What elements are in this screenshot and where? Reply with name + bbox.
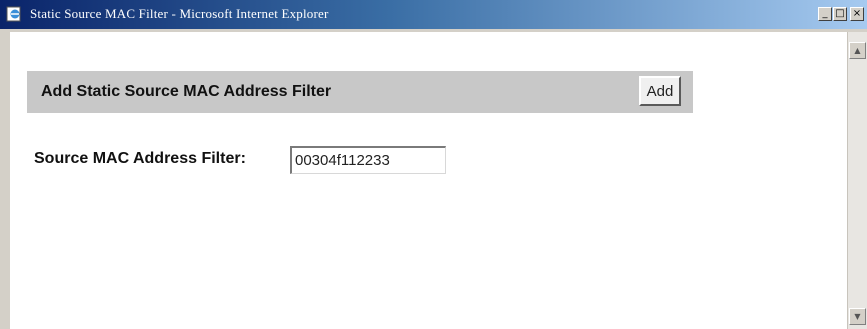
section-header: Add Static Source MAC Address Filter Add (27, 71, 693, 113)
ie-window: Static Source MAC Filter - Microsoft Int… (0, 0, 867, 329)
add-button[interactable]: Add (639, 76, 681, 106)
scroll-down-button[interactable]: ▼ (849, 308, 866, 325)
maximize-button[interactable]: □ (833, 7, 847, 21)
close-button[interactable]: × (850, 7, 864, 21)
scroll-up-button[interactable]: ▲ (849, 42, 866, 59)
ie-page-icon (6, 6, 22, 22)
title-bar[interactable]: Static Source MAC Filter - Microsoft Int… (0, 0, 867, 29)
window-title: Static Source MAC Filter - Microsoft Int… (30, 6, 329, 21)
page-content: Add Static Source MAC Address Filter Add… (10, 32, 847, 329)
vertical-scrollbar[interactable]: ▲ ▼ (847, 32, 867, 329)
minimize-button[interactable]: _ (818, 7, 832, 21)
mac-filter-label: Source MAC Address Filter: (34, 150, 246, 167)
mac-filter-input[interactable] (290, 146, 446, 174)
page-title: Add Static Source MAC Address Filter (41, 83, 332, 100)
